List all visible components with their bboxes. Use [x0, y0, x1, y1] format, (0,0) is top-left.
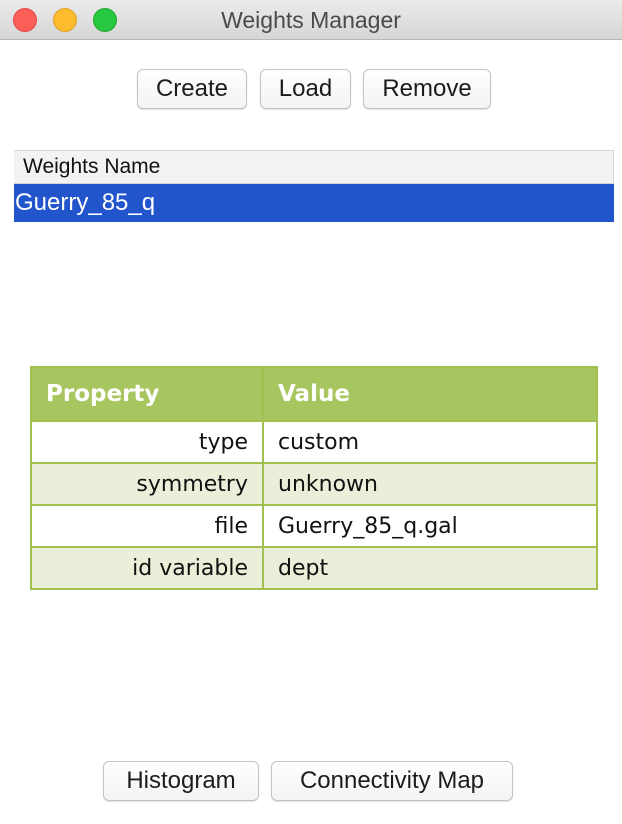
table-row: id variable dept	[30, 546, 598, 590]
value-cell: unknown	[262, 462, 598, 506]
table-row: file Guerry_85_q.gal	[30, 504, 598, 548]
weights-list: Weights Name Guerry_85_q	[14, 150, 614, 222]
property-cell: type	[30, 420, 264, 464]
value-cell: Guerry_85_q.gal	[262, 504, 598, 548]
value-column-header: Value	[262, 366, 598, 422]
properties-table-header-row: Property Value	[30, 366, 598, 422]
connectivity-map-button[interactable]: Connectivity Map	[271, 761, 513, 801]
value-cell: custom	[262, 420, 598, 464]
property-cell: id variable	[30, 546, 264, 590]
value-cell: dept	[262, 546, 598, 590]
load-button[interactable]: Load	[260, 69, 351, 109]
properties-table: Property Value type custom symmetry unkn…	[30, 366, 598, 590]
weights-name-column-header[interactable]: Weights Name	[14, 150, 614, 184]
property-cell: file	[30, 504, 264, 548]
table-row: type custom	[30, 420, 598, 464]
property-cell: symmetry	[30, 462, 264, 506]
weights-list-item-selected[interactable]: Guerry_85_q	[14, 184, 614, 222]
window-title: Weights Manager	[221, 7, 401, 33]
create-button[interactable]: Create	[137, 69, 247, 109]
title-bar: Weights Manager	[0, 0, 622, 40]
property-column-header: Property	[30, 366, 264, 422]
histogram-button[interactable]: Histogram	[103, 761, 259, 801]
table-row: symmetry unknown	[30, 462, 598, 506]
remove-button[interactable]: Remove	[363, 69, 491, 109]
